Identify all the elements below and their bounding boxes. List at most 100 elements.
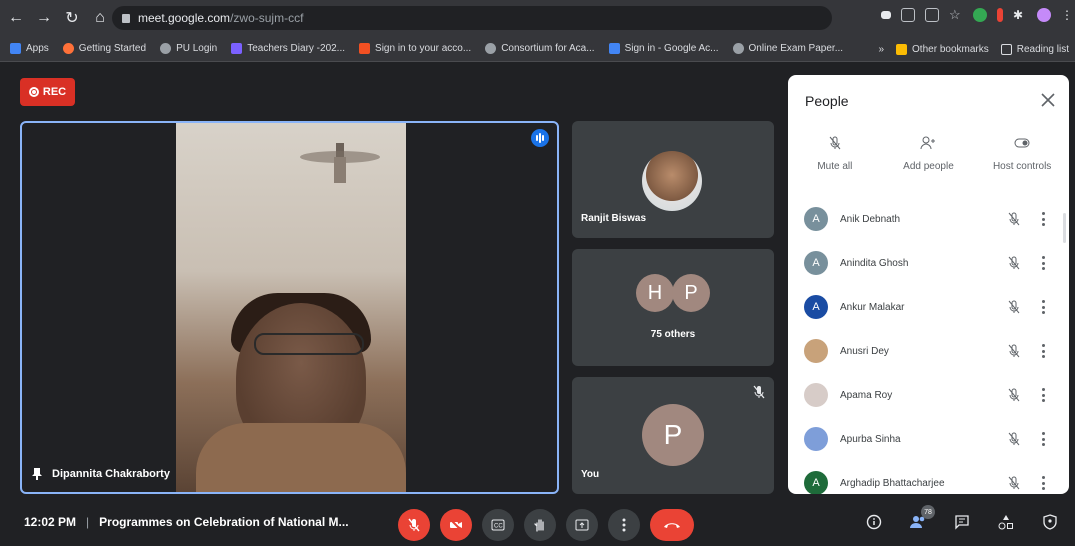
back-arrow-icon[interactable]: ← [4,6,28,30]
others-count: 75 others [650,329,696,340]
present-icon [575,519,589,531]
folder-icon [896,43,908,55]
more-vert-icon[interactable] [1041,212,1045,226]
participant-row[interactable]: A Arghadip Bhattacharjee [788,461,1069,494]
star-icon[interactable]: ☆ [949,8,963,22]
camera-toggle-button[interactable] [440,509,472,541]
url-path: /zwo-sujm-ccf [230,11,304,25]
recording-badge[interactable]: REC [20,78,75,106]
more-vert-icon[interactable] [1041,256,1045,270]
self-label: You [581,469,600,480]
toggle-icon [1014,138,1030,148]
forward-arrow-icon[interactable]: → [32,6,56,30]
camera-icon[interactable] [881,11,891,19]
host-controls-button[interactable]: Host controls [977,135,1067,172]
self-tile[interactable]: P You [572,377,774,494]
mic-off-icon[interactable] [1007,211,1021,227]
firefox-icon [62,43,74,54]
hang-up-icon [664,523,680,528]
bookmark-teachers-diary[interactable]: Teachers Diary -202... [231,43,345,54]
mute-all-button[interactable]: Mute all [790,135,880,172]
participant-row[interactable]: A Anindita Ghosh [788,241,1069,285]
others-tile[interactable]: H P 75 others [572,249,774,366]
google-icon [608,43,620,54]
people-button[interactable]: 78 [907,505,935,533]
bookmark-google-signin[interactable]: Sign in - Google Ac... [608,43,719,54]
avatar [804,383,828,407]
participant-row[interactable]: Anusri Dey [788,329,1069,373]
host-controls-toggle[interactable] [1039,511,1061,533]
pin-icon[interactable] [32,468,42,480]
profile-avatar[interactable] [1037,8,1051,22]
activities-button[interactable] [995,511,1017,533]
reload-icon[interactable]: ↻ [60,6,84,30]
self-avatar: P [642,404,704,466]
avatar: A [804,207,828,231]
participant-row[interactable]: A Anik Debnath [788,197,1069,241]
puzzle-icon[interactable]: ✱ [1013,8,1027,22]
participant-row[interactable]: A Ankur Malakar [788,285,1069,329]
meeting-details-button[interactable] [863,511,885,533]
mic-off-icon [829,136,841,150]
ceiling-fan [300,143,380,183]
bookmark-apps[interactable]: Apps [10,43,49,54]
home-icon[interactable]: ⌂ [88,6,112,30]
record-icon [28,87,39,97]
bookmark-consortium[interactable]: Consortium for Aca... [485,43,595,54]
participant-row[interactable]: Apurba Sinha [788,417,1069,461]
more-options-button[interactable] [608,509,640,541]
panel-title: People [805,93,849,109]
meeting-title: Programmes on Celebration of National M.… [99,515,349,529]
more-vert-icon[interactable] [1041,344,1045,358]
cast-icon[interactable] [901,8,915,22]
bookmark-pu-login[interactable]: PU Login [160,43,217,54]
chat-button[interactable] [951,511,973,533]
menu-dots-icon[interactable]: ⋮ [1061,8,1073,22]
address-bar[interactable]: meet.google.com/zwo-sujm-ccf [112,6,832,30]
bookmark-online-exam[interactable]: Online Exam Paper... [732,43,843,54]
present-button[interactable] [566,509,598,541]
mic-off-icon[interactable] [1007,475,1021,491]
share-icon[interactable] [925,8,939,22]
participant-row[interactable]: Apama Roy [788,373,1069,417]
activities-icon [998,515,1013,530]
mic-off-icon[interactable] [1007,299,1021,315]
avatar: A [804,295,828,319]
captions-button[interactable]: CC [482,509,514,541]
raise-hand-button[interactable] [524,509,556,541]
mic-off-icon[interactable] [1007,431,1021,447]
participant-name: Ranjit Biswas [581,213,647,224]
other-bookmarks[interactable]: Other bookmarks [896,43,989,55]
main-speaker-name: Dipannita Chakraborty [32,468,170,480]
info-icon [866,514,882,530]
extension-red-icon[interactable] [997,8,1003,22]
mic-off-icon[interactable] [1007,387,1021,403]
extension-icons: ☆ ✱ ⋮ [881,8,1073,22]
reading-list[interactable]: Reading list [1000,43,1069,55]
meeting-time: 12:02 PM [24,515,77,529]
participant-tile-ranjit[interactable]: Ranjit Biswas [572,121,774,238]
add-person-icon [920,136,936,150]
mic-toggle-button[interactable] [398,509,430,541]
main-video-tile[interactable]: Dipannita Chakraborty [20,121,559,494]
avatar: P [672,274,710,312]
close-icon[interactable] [1041,93,1055,107]
add-people-button[interactable]: Add people [883,135,973,172]
avatar [804,427,828,451]
reading-list-icon [1000,43,1012,55]
mic-off-icon[interactable] [1007,255,1021,271]
more-vert-icon[interactable] [1041,300,1045,314]
meeting-controls-bar: 12:02 PM | Programmes on Celebration of … [0,503,1075,546]
leave-call-button[interactable] [650,509,694,541]
scrollbar[interactable] [1063,213,1066,243]
bookmark-microsoft-signin[interactable]: Sign in to your acco... [359,43,471,54]
more-vert-icon[interactable] [1041,432,1045,446]
extension-green-icon[interactable] [973,8,987,22]
bookmark-getting-started[interactable]: Getting Started [62,43,146,54]
bookmarks-bar: Apps Getting Started PU Login Teachers D… [0,36,1075,62]
more-vert-icon[interactable] [1041,388,1045,402]
mic-off-icon[interactable] [1007,343,1021,359]
more-vert-icon[interactable] [1041,476,1045,490]
bookmarks-overflow[interactable]: » [878,44,884,55]
url-host: meet.google.com [138,11,231,25]
